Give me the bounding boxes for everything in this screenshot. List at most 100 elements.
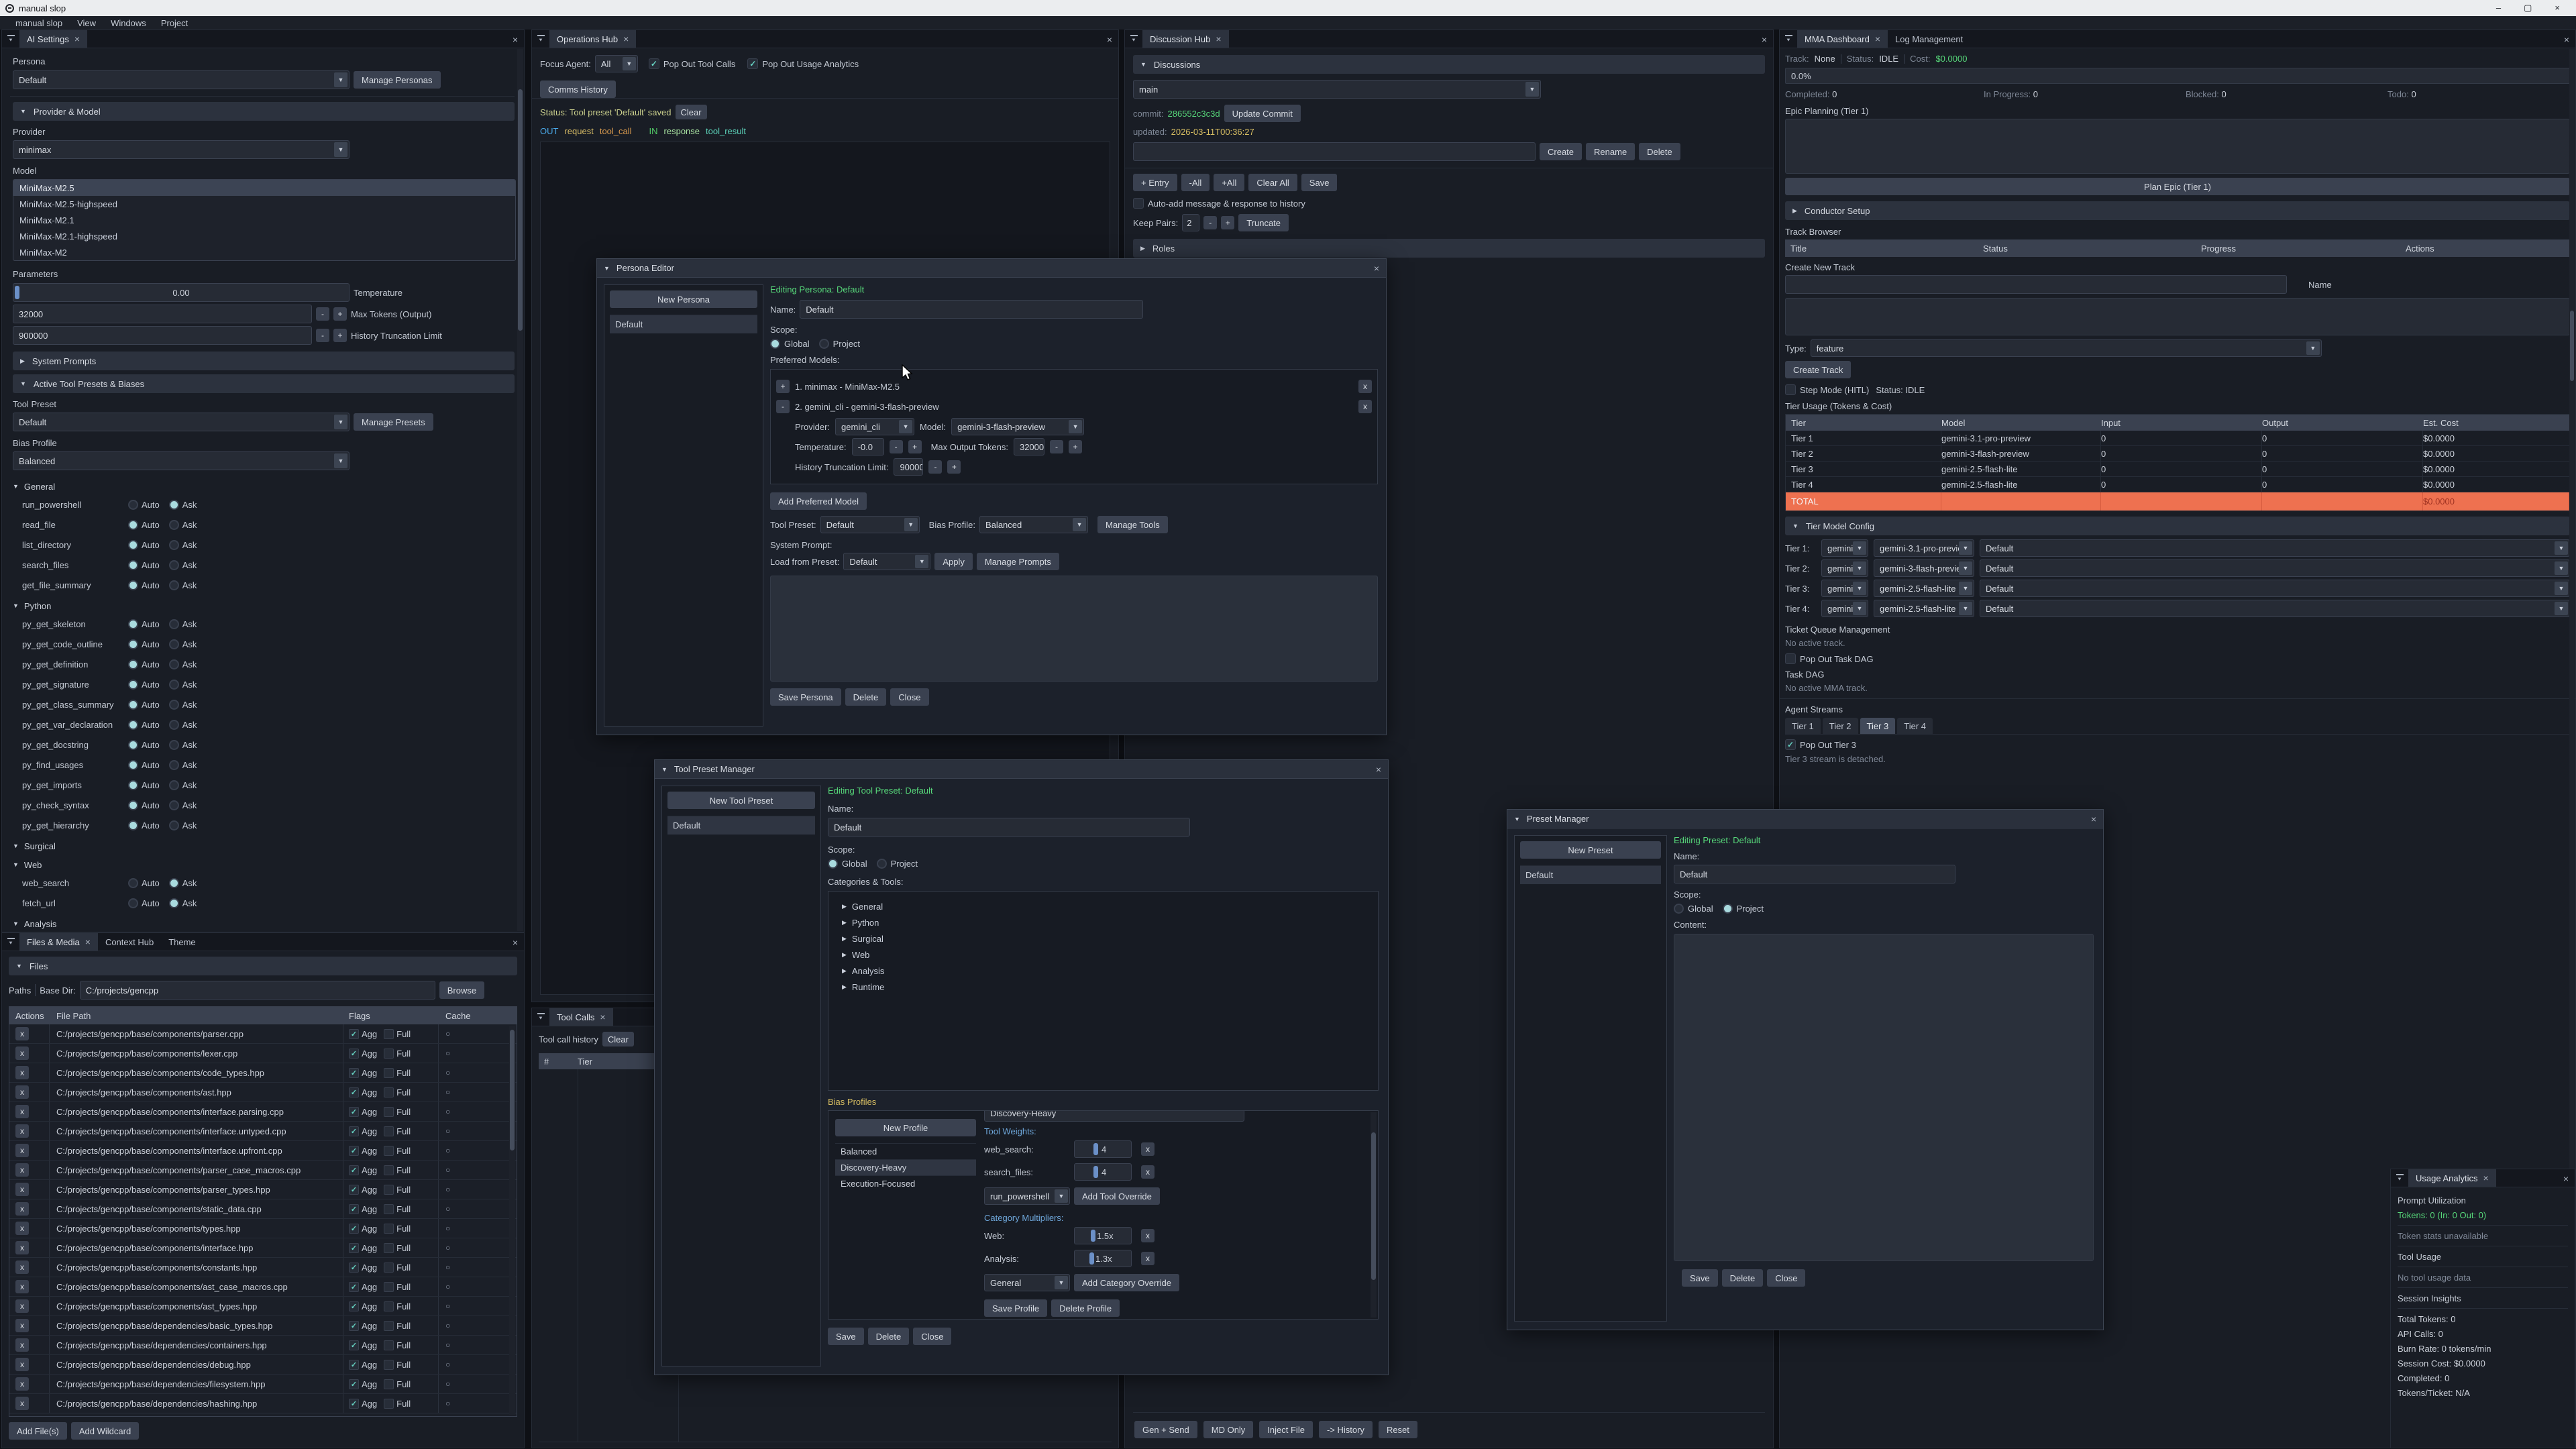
- ask-radio[interactable]: [169, 580, 179, 590]
- ask-radio[interactable]: [169, 878, 179, 888]
- tab-discussion-hub[interactable]: Discussion Hub: [1142, 30, 1229, 48]
- preset-list-item[interactable]: Default: [1520, 865, 1661, 884]
- profile-name-input[interactable]: Discovery-Heavy: [984, 1110, 1244, 1122]
- decrement-button[interactable]: -: [1050, 440, 1063, 453]
- ask-radio[interactable]: [169, 540, 179, 550]
- global-radio[interactable]: [1674, 904, 1684, 914]
- tier-provider-select[interactable]: gemini: [1821, 600, 1868, 617]
- ask-radio[interactable]: [169, 800, 179, 810]
- ask-radio[interactable]: [169, 560, 179, 570]
- remove-file-button[interactable]: x: [15, 1124, 29, 1138]
- tool-preset-name-input[interactable]: Default: [828, 818, 1190, 837]
- panel-close-icon[interactable]: [1762, 30, 1767, 48]
- update-commit-button[interactable]: Update Commit: [1224, 105, 1301, 122]
- tier-preset-select[interactable]: Default: [1980, 580, 2570, 597]
- remove-file-button[interactable]: x: [15, 1085, 29, 1099]
- full-checkbox[interactable]: [384, 1340, 394, 1350]
- plan-epic-button[interactable]: Plan Epic (Tier 1): [1785, 178, 2570, 195]
- full-checkbox[interactable]: [384, 1282, 394, 1292]
- roles-section[interactable]: Roles: [1133, 239, 1765, 258]
- preset-name-input[interactable]: Default: [1674, 865, 1955, 883]
- full-checkbox[interactable]: [384, 1301, 394, 1311]
- delete-persona-button[interactable]: Delete: [845, 688, 887, 706]
- agg-checkbox[interactable]: [349, 1068, 359, 1078]
- full-checkbox[interactable]: [384, 1049, 394, 1059]
- increment-button[interactable]: +: [908, 440, 922, 453]
- pop-out-tier3-checkbox[interactable]: [1785, 739, 1796, 750]
- ask-radio[interactable]: [169, 780, 179, 790]
- scrollbar[interactable]: [517, 49, 523, 931]
- decrement-button[interactable]: -: [890, 440, 903, 453]
- keep-pairs-input[interactable]: 2: [1182, 214, 1199, 231]
- panel-close-icon[interactable]: [1107, 30, 1112, 48]
- close-dialog-button[interactable]: Close: [1767, 1269, 1805, 1287]
- new-tool-preset-button[interactable]: New Tool Preset: [667, 792, 815, 809]
- auto-radio[interactable]: [128, 720, 138, 730]
- inject-file-button[interactable]: Inject File: [1259, 1421, 1313, 1438]
- remove-model-button[interactable]: x: [1358, 380, 1372, 393]
- model-option[interactable]: MiniMax-M2.5: [13, 180, 515, 196]
- category-runtime[interactable]: Runtime: [833, 979, 1374, 995]
- remove-file-button[interactable]: x: [15, 1260, 29, 1274]
- model-option[interactable]: MiniMax-M2.1-highspeed: [13, 228, 515, 244]
- add-preferred-model-button[interactable]: Add Preferred Model: [770, 492, 867, 510]
- category-override-select[interactable]: General: [984, 1274, 1070, 1291]
- tab-close-icon[interactable]: [1875, 34, 1880, 44]
- ask-radio[interactable]: [169, 700, 179, 710]
- provider-select[interactable]: minimax: [13, 140, 350, 159]
- persona-bias-select[interactable]: Balanced: [979, 516, 1088, 533]
- auto-radio[interactable]: [128, 639, 138, 649]
- full-checkbox[interactable]: [384, 1068, 394, 1078]
- tab-files-media[interactable]: Files & Media: [19, 933, 98, 951]
- browse-button[interactable]: Browse: [439, 981, 484, 999]
- decrement-button[interactable]: -: [1203, 216, 1217, 229]
- epic-planning-textarea[interactable]: [1785, 119, 2570, 174]
- remove-file-button[interactable]: x: [15, 1319, 29, 1332]
- manage-presets-button[interactable]: Manage Presets: [354, 413, 433, 431]
- pop-out-task-dag-checkbox[interactable]: [1785, 653, 1796, 664]
- increment-button[interactable]: +: [333, 329, 347, 342]
- remove-file-button[interactable]: x: [15, 1183, 29, 1196]
- remove-weight-button[interactable]: x: [1141, 1142, 1155, 1156]
- ask-radio[interactable]: [169, 680, 179, 690]
- auto-add-checkbox[interactable]: [1133, 198, 1144, 209]
- model-option[interactable]: MiniMax-M2.5-highspeed: [13, 196, 515, 212]
- tool-group-web[interactable]: Web: [13, 857, 515, 873]
- category-general[interactable]: General: [833, 898, 1374, 914]
- clear-all-button[interactable]: Clear All: [1248, 174, 1297, 191]
- agg-checkbox[interactable]: [349, 1107, 359, 1117]
- provider-model-section[interactable]: Provider & Model: [13, 102, 515, 121]
- tool-group-general[interactable]: General: [13, 478, 515, 494]
- profile-list-item[interactable]: Discovery-Heavy: [835, 1159, 976, 1175]
- auto-radio[interactable]: [128, 800, 138, 810]
- increment-button[interactable]: +: [947, 460, 961, 474]
- remove-file-button[interactable]: x: [15, 1299, 29, 1313]
- remove-file-button[interactable]: x: [15, 1338, 29, 1352]
- tool-group-surgical[interactable]: Surgical: [13, 838, 515, 854]
- project-radio[interactable]: [1723, 904, 1733, 914]
- full-checkbox[interactable]: [384, 1263, 394, 1273]
- stream-tab-tier4[interactable]: Tier 4: [1897, 718, 1933, 734]
- base-dir-input[interactable]: C:/projects/gencpp: [80, 981, 435, 1000]
- scrollbar[interactable]: [509, 1026, 515, 1415]
- delete-button[interactable]: Delete: [1639, 143, 1680, 160]
- auto-radio[interactable]: [128, 780, 138, 790]
- minus-all-button[interactable]: -All: [1181, 174, 1210, 191]
- add-category-override-button[interactable]: Add Category Override: [1074, 1274, 1179, 1291]
- full-checkbox[interactable]: [384, 1165, 394, 1175]
- auto-radio[interactable]: [128, 760, 138, 770]
- comms-history-tab[interactable]: Comms History: [540, 80, 616, 98]
- tab-theme[interactable]: Theme: [161, 933, 203, 951]
- full-checkbox[interactable]: [384, 1029, 394, 1039]
- tool-preset-select[interactable]: Default: [13, 413, 350, 431]
- discussions-section[interactable]: Discussions: [1133, 55, 1765, 74]
- ask-radio[interactable]: [169, 619, 179, 629]
- tier-provider-select[interactable]: gemini: [1821, 539, 1868, 557]
- scrollbar[interactable]: [1371, 1112, 1377, 1318]
- menu-view[interactable]: View: [70, 18, 103, 28]
- pref-temperature-input[interactable]: -0.0: [852, 438, 884, 455]
- auto-radio[interactable]: [128, 700, 138, 710]
- tier-model-select[interactable]: gemini-3.1-pro-preview: [1874, 539, 1974, 557]
- system-prompts-section[interactable]: System Prompts: [13, 352, 515, 370]
- manage-prompts-button[interactable]: Manage Prompts: [977, 553, 1059, 570]
